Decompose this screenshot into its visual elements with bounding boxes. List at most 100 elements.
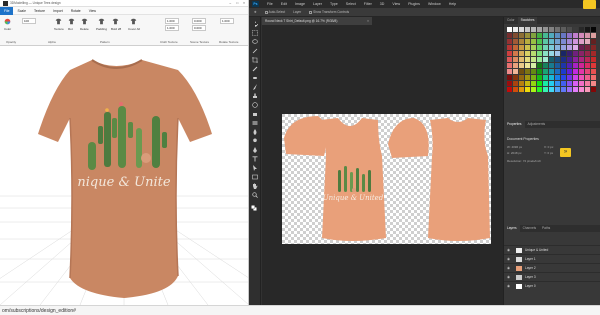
swatch[interactable] bbox=[525, 57, 530, 62]
swatch[interactable] bbox=[579, 75, 584, 80]
ps-menu-window[interactable]: Window bbox=[424, 2, 445, 6]
path-selection-tool[interactable] bbox=[252, 165, 258, 171]
swatch[interactable] bbox=[585, 57, 590, 62]
swatch[interactable] bbox=[537, 27, 542, 32]
layer-row[interactable]: ◉ Layer 3 bbox=[504, 272, 600, 281]
brush-tool[interactable] bbox=[252, 84, 258, 90]
document-canvas[interactable]: Unique & United bbox=[282, 114, 491, 244]
minimize-icon[interactable]: – bbox=[229, 1, 231, 5]
swatch[interactable] bbox=[561, 63, 566, 68]
swatch[interactable] bbox=[531, 39, 536, 44]
swatch[interactable] bbox=[573, 51, 578, 56]
swatch[interactable] bbox=[531, 69, 536, 74]
cover-all-button[interactable]: Cover All bbox=[128, 27, 140, 31]
ps-menu-select[interactable]: Select bbox=[342, 2, 360, 6]
swatch[interactable] bbox=[579, 57, 584, 62]
padding-button[interactable]: Padding bbox=[96, 27, 107, 31]
tab-adjustments[interactable]: Adjustments bbox=[525, 121, 549, 128]
swatch[interactable] bbox=[591, 63, 596, 68]
swatch[interactable] bbox=[567, 57, 572, 62]
ps-menu-filter[interactable]: Filter bbox=[360, 2, 376, 6]
close-icon[interactable]: × bbox=[243, 1, 245, 5]
swatch[interactable] bbox=[573, 63, 578, 68]
swatch[interactable] bbox=[543, 27, 548, 32]
swatch[interactable] bbox=[591, 75, 596, 80]
swatch[interactable] bbox=[519, 87, 524, 92]
maximize-icon[interactable]: □ bbox=[236, 1, 238, 5]
swatch[interactable] bbox=[543, 81, 548, 86]
swatch[interactable] bbox=[549, 63, 554, 68]
swatch[interactable] bbox=[537, 81, 542, 86]
swatch[interactable] bbox=[543, 51, 548, 56]
swatch[interactable] bbox=[513, 63, 518, 68]
corner-menu-button[interactable] bbox=[583, 0, 596, 9]
swatch[interactable] bbox=[507, 57, 512, 62]
swatch[interactable] bbox=[567, 69, 572, 74]
swatch[interactable] bbox=[579, 45, 584, 50]
swatch[interactable] bbox=[579, 33, 584, 38]
ps-menu-file[interactable]: File bbox=[263, 2, 277, 6]
ps-menu-layer[interactable]: Layer bbox=[309, 2, 326, 6]
swatch[interactable] bbox=[537, 45, 542, 50]
swatch[interactable] bbox=[507, 51, 512, 56]
show-transform-checkbox[interactable]: Show Transform Controls bbox=[309, 10, 349, 14]
swatch[interactable] bbox=[549, 39, 554, 44]
swatch[interactable] bbox=[585, 87, 590, 92]
color-wheel-icon[interactable] bbox=[4, 18, 11, 25]
lasso-tool[interactable] bbox=[252, 39, 258, 45]
swatch[interactable] bbox=[531, 51, 536, 56]
swatch[interactable] bbox=[519, 63, 524, 68]
tab-color[interactable]: Color bbox=[504, 17, 518, 24]
swatch[interactable] bbox=[525, 87, 530, 92]
swatch[interactable] bbox=[549, 75, 554, 80]
swatch[interactable] bbox=[561, 57, 566, 62]
color-swatches-tool[interactable] bbox=[251, 205, 259, 213]
swatch[interactable] bbox=[555, 45, 560, 50]
eraser-tool[interactable] bbox=[252, 111, 258, 117]
offset-x-input[interactable]: 0.000 bbox=[192, 18, 206, 24]
swatch[interactable] bbox=[573, 69, 578, 74]
ps-menu-help[interactable]: Help bbox=[445, 2, 460, 6]
swatch[interactable] bbox=[573, 33, 578, 38]
menu-import[interactable]: Import bbox=[49, 7, 67, 15]
swatch[interactable] bbox=[549, 81, 554, 86]
swatch[interactable] bbox=[561, 51, 566, 56]
swatch[interactable] bbox=[513, 51, 518, 56]
swatch[interactable] bbox=[513, 87, 518, 92]
swatch[interactable] bbox=[561, 75, 566, 80]
swatch[interactable] bbox=[507, 75, 512, 80]
swatch[interactable] bbox=[585, 51, 590, 56]
move-tool[interactable] bbox=[252, 21, 258, 27]
swatch[interactable] bbox=[513, 75, 518, 80]
delete-button[interactable]: Delete bbox=[80, 27, 89, 31]
swatch[interactable] bbox=[555, 87, 560, 92]
layer-select[interactable]: Layer bbox=[293, 10, 301, 14]
swatch[interactable] bbox=[525, 81, 530, 86]
swatch[interactable] bbox=[585, 39, 590, 44]
swatch[interactable] bbox=[573, 45, 578, 50]
swatch[interactable] bbox=[537, 57, 542, 62]
swatch[interactable] bbox=[543, 57, 548, 62]
menu-texture[interactable]: Texture bbox=[30, 7, 49, 15]
bold-shirt-icon[interactable] bbox=[112, 18, 119, 25]
swatch[interactable] bbox=[525, 39, 530, 44]
swatch[interactable] bbox=[585, 27, 590, 32]
swatch[interactable] bbox=[537, 69, 542, 74]
swatch[interactable] bbox=[591, 69, 596, 74]
ps-menu-image[interactable]: Image bbox=[291, 2, 309, 6]
swatch[interactable] bbox=[507, 39, 512, 44]
document-tab[interactable]: Round Neck T Shirt_Default.png @ 16.7% (… bbox=[262, 17, 372, 25]
eyedropper-tool[interactable] bbox=[252, 66, 258, 72]
ps-menu-view[interactable]: View bbox=[388, 2, 404, 6]
swatch[interactable] bbox=[507, 81, 512, 86]
swatch[interactable] bbox=[531, 87, 536, 92]
zoom-input[interactable]: 100 bbox=[22, 18, 36, 24]
swatch[interactable] bbox=[567, 87, 572, 92]
healing-tool[interactable] bbox=[252, 75, 258, 81]
swatch[interactable] bbox=[555, 57, 560, 62]
stamp-tool[interactable] bbox=[252, 93, 258, 99]
crop-tool[interactable] bbox=[252, 57, 258, 63]
swatch[interactable] bbox=[543, 33, 548, 38]
layer-row[interactable]: ◉ Layer 2 bbox=[504, 263, 600, 272]
swatch[interactable] bbox=[549, 51, 554, 56]
